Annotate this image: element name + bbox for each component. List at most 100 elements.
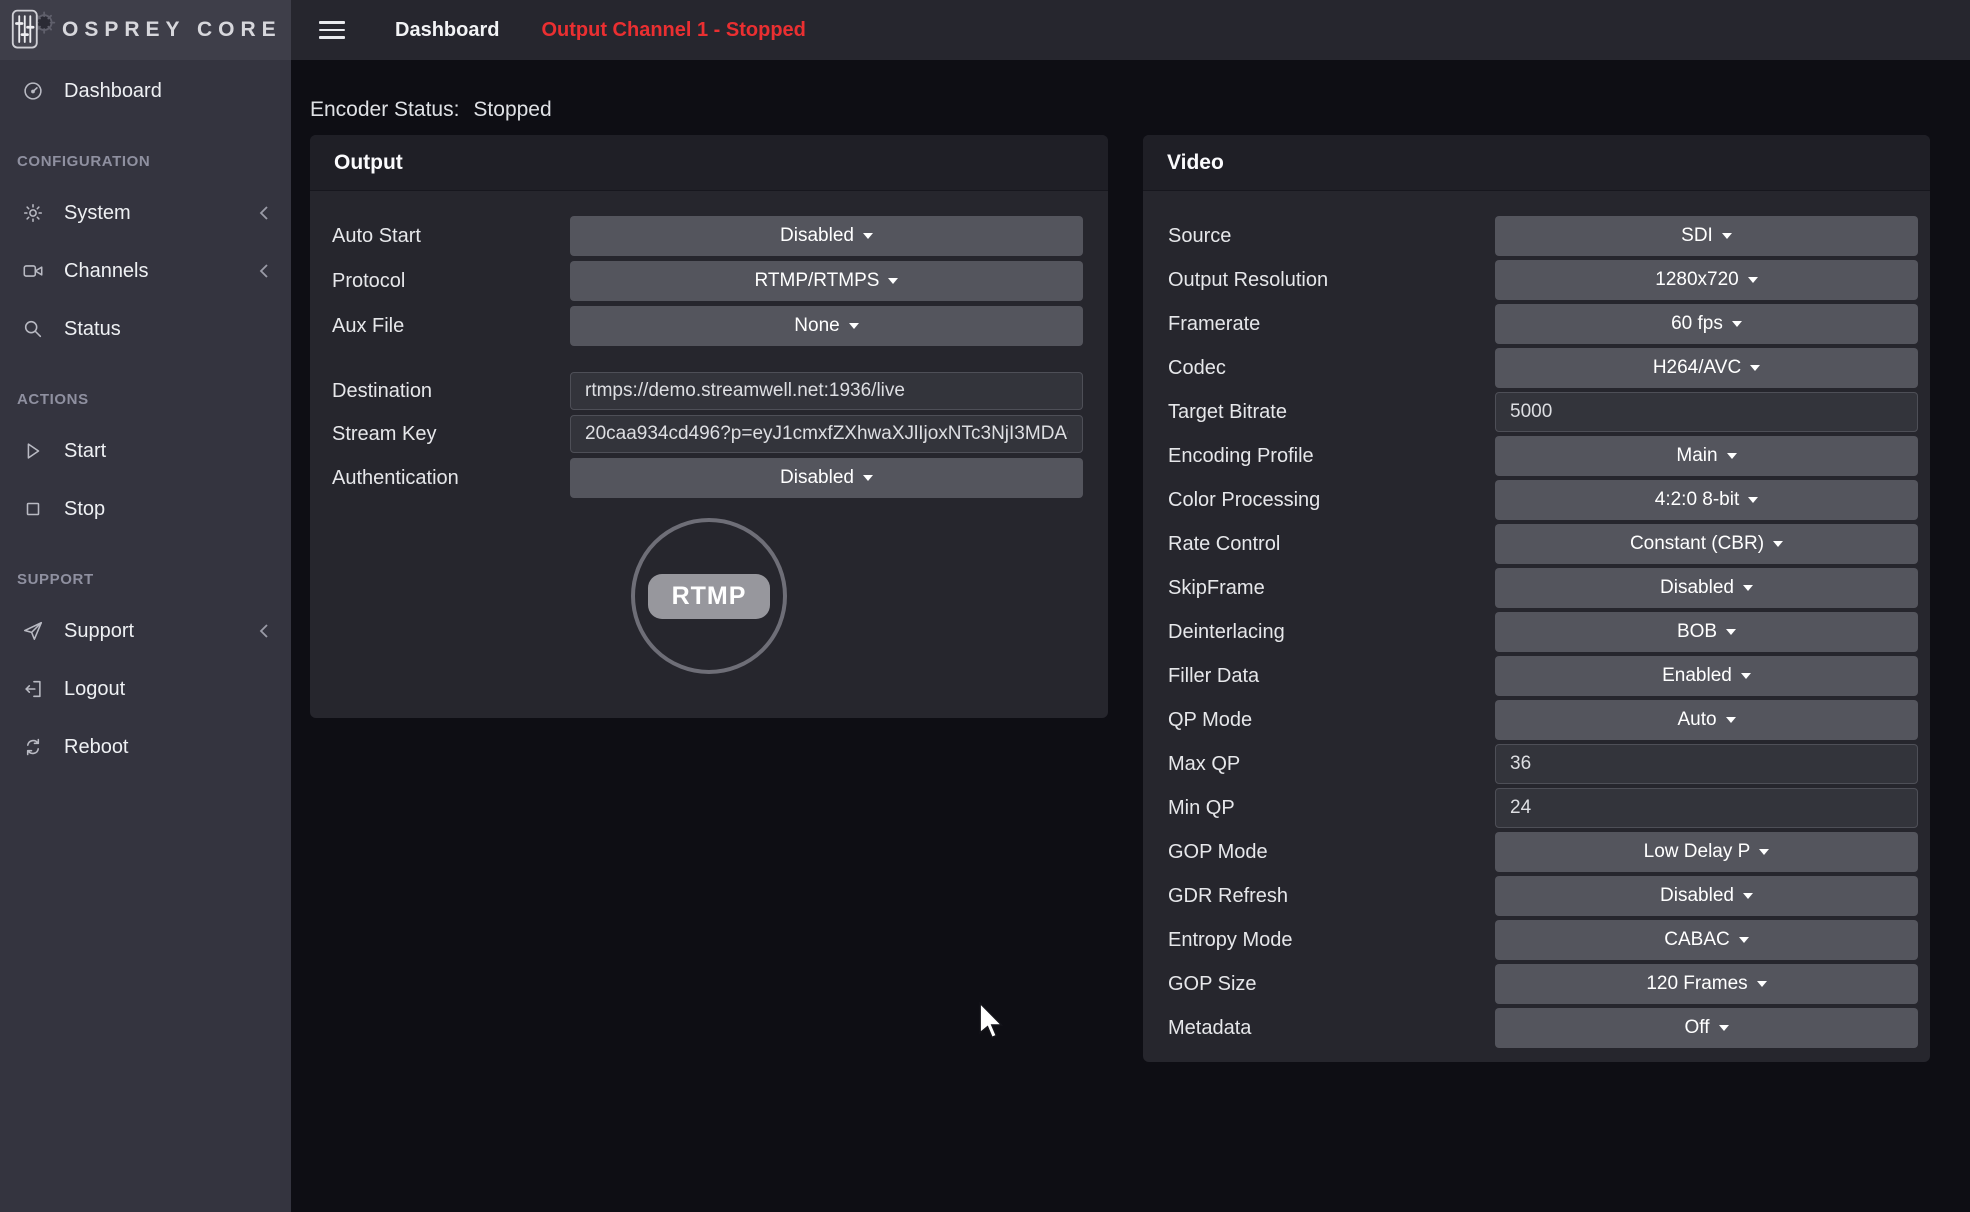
auto-start-dropdown[interactable]: Disabled	[570, 216, 1083, 256]
logout-icon	[22, 678, 44, 700]
color-processing-dropdown[interactable]: 4:2:0 8-bit	[1495, 480, 1918, 520]
target-bitrate-input[interactable]	[1495, 392, 1918, 432]
destination-label: Destination	[332, 380, 570, 403]
chevron-left-icon	[259, 205, 269, 221]
form-row: Output Resolution1280x720	[1143, 260, 1930, 300]
dropdown-value: Disabled	[1660, 885, 1734, 907]
auto-start-label: Auto Start	[332, 225, 570, 248]
caret-down-icon	[1748, 277, 1758, 283]
caret-down-icon	[888, 278, 898, 284]
dropdown-value: CABAC	[1664, 929, 1729, 951]
rate-control-dropdown[interactable]: Constant (CBR)	[1495, 524, 1918, 564]
max-qp-input[interactable]	[1495, 744, 1918, 784]
authentication-dropdown[interactable]: Disabled	[570, 458, 1083, 498]
topbar-channel-status[interactable]: Output Channel 1 - Stopped	[541, 19, 805, 42]
min-qp-label: Min QP	[1168, 797, 1495, 820]
qp-mode-label: QP Mode	[1168, 709, 1495, 732]
gear-icon	[22, 202, 44, 224]
form-row: Filler DataEnabled	[1143, 656, 1930, 696]
qp-mode-dropdown[interactable]: Auto	[1495, 700, 1918, 740]
entropy-mode-dropdown[interactable]: CABAC	[1495, 920, 1918, 960]
send-icon	[22, 620, 44, 642]
sidebar-item-label: Channels	[64, 260, 149, 283]
output-panel-body: Auto StartDisabledProtocolRTMP/RTMPSAux …	[310, 191, 1108, 498]
hamburger-menu-icon[interactable]	[319, 21, 345, 39]
video-panel-body: SourceSDIOutput Resolution1280x720Framer…	[1143, 191, 1930, 1048]
sidebar: OSPREY CORE Dashboard CONFIGURATION Syst…	[0, 0, 291, 1212]
video-panel: Video SourceSDIOutput Resolution1280x720…	[1143, 135, 1930, 1062]
caret-down-icon	[1727, 453, 1737, 459]
sidebar-item-status[interactable]: Status	[0, 314, 291, 344]
rtmp-badge: RTMP	[648, 574, 771, 619]
dropdown-value: 4:2:0 8-bit	[1655, 489, 1740, 511]
encoding-profile-label: Encoding Profile	[1168, 445, 1495, 468]
rtmp-badge-wrap: RTMP	[310, 518, 1108, 674]
encoder-status-line: Encoder Status:Stopped	[310, 98, 552, 122]
min-qp-input[interactable]	[1495, 788, 1918, 828]
gdr-refresh-dropdown[interactable]: Disabled	[1495, 876, 1918, 916]
stream-key-input[interactable]	[570, 415, 1083, 453]
sidebar-item-logout[interactable]: Logout	[0, 674, 291, 704]
source-label: Source	[1168, 225, 1495, 248]
sidebar-item-stop[interactable]: Stop	[0, 494, 291, 524]
target-bitrate-label: Target Bitrate	[1168, 401, 1495, 424]
output-resolution-label: Output Resolution	[1168, 269, 1495, 292]
sidebar-item-support[interactable]: Support	[0, 616, 291, 646]
dropdown-value: Low Delay P	[1644, 841, 1751, 863]
sidebar-item-channels[interactable]: Channels	[0, 256, 291, 286]
brand: OSPREY CORE	[0, 0, 291, 60]
deinterlacing-dropdown[interactable]: BOB	[1495, 612, 1918, 652]
skipframe-dropdown[interactable]: Disabled	[1495, 568, 1918, 608]
dropdown-value: None	[794, 315, 839, 337]
dropdown-value: BOB	[1677, 621, 1717, 643]
filler-data-dropdown[interactable]: Enabled	[1495, 656, 1918, 696]
caret-down-icon	[863, 233, 873, 239]
output-panel-title: Output	[310, 135, 1108, 191]
framerate-dropdown[interactable]: 60 fps	[1495, 304, 1918, 344]
entropy-mode-label: Entropy Mode	[1168, 929, 1495, 952]
reboot-icon	[22, 736, 44, 758]
sidebar-item-dashboard[interactable]: Dashboard	[0, 76, 291, 106]
sidebar-item-system[interactable]: System	[0, 198, 291, 228]
caret-down-icon	[1726, 629, 1736, 635]
form-row: Rate ControlConstant (CBR)	[1143, 524, 1930, 564]
gop-size-dropdown[interactable]: 120 Frames	[1495, 964, 1918, 1004]
dropdown-value: H264/AVC	[1653, 357, 1741, 379]
encoding-profile-dropdown[interactable]: Main	[1495, 436, 1918, 476]
form-row: MetadataOff	[1143, 1008, 1930, 1048]
form-row: Aux FileNone	[310, 306, 1108, 346]
sidebar-item-start[interactable]: Start	[0, 436, 291, 466]
caret-down-icon	[1773, 541, 1783, 547]
form-row: Framerate60 fps	[1143, 304, 1930, 344]
sidebar-section-actions: ACTIONS	[17, 391, 291, 408]
deinterlacing-label: Deinterlacing	[1168, 621, 1495, 644]
caret-down-icon	[1726, 717, 1736, 723]
output-resolution-dropdown[interactable]: 1280x720	[1495, 260, 1918, 300]
gdr-refresh-label: GDR Refresh	[1168, 885, 1495, 908]
gauge-icon	[22, 80, 44, 102]
stop-icon	[22, 498, 44, 520]
caret-down-icon	[1741, 673, 1751, 679]
stream-key-label: Stream Key	[332, 423, 570, 446]
form-row: Max QP	[1143, 744, 1930, 784]
gop-size-label: GOP Size	[1168, 973, 1495, 996]
aux-file-dropdown[interactable]: None	[570, 306, 1083, 346]
sidebar-item-reboot[interactable]: Reboot	[0, 732, 291, 762]
form-row: GOP ModeLow Delay P	[1143, 832, 1930, 872]
source-dropdown[interactable]: SDI	[1495, 216, 1918, 256]
codec-dropdown[interactable]: H264/AVC	[1495, 348, 1918, 388]
protocol-dropdown[interactable]: RTMP/RTMPS	[570, 261, 1083, 301]
metadata-dropdown[interactable]: Off	[1495, 1008, 1918, 1048]
dropdown-value: Enabled	[1662, 665, 1732, 687]
gop-mode-dropdown[interactable]: Low Delay P	[1495, 832, 1918, 872]
sidebar-item-label: Dashboard	[64, 80, 162, 103]
topbar-nav-dashboard[interactable]: Dashboard	[395, 19, 499, 42]
destination-input[interactable]	[570, 372, 1083, 410]
dropdown-value: RTMP/RTMPS	[755, 270, 880, 292]
rate-control-label: Rate Control	[1168, 533, 1495, 556]
play-icon	[22, 440, 44, 462]
codec-label: Codec	[1168, 357, 1495, 380]
metadata-label: Metadata	[1168, 1017, 1495, 1040]
dropdown-value: Auto	[1677, 709, 1716, 731]
caret-down-icon	[1750, 365, 1760, 371]
